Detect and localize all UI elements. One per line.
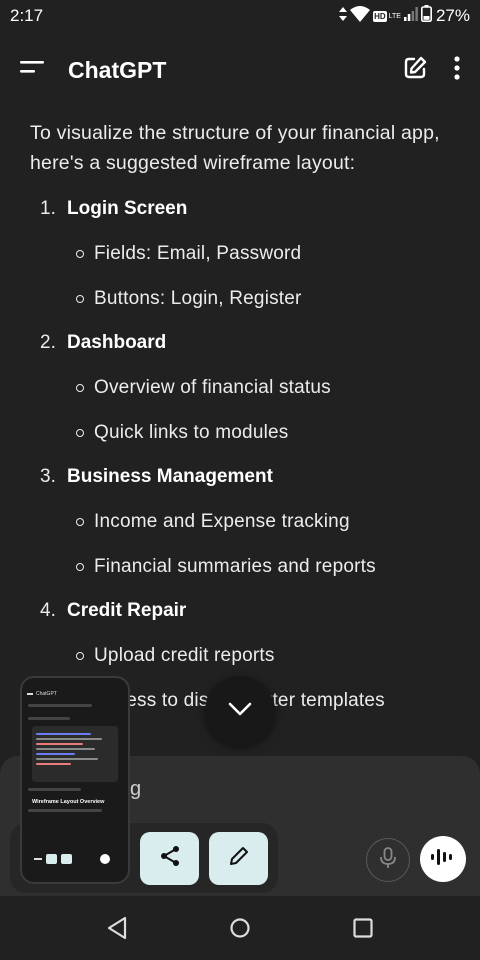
wireframe-list: 1. Login Screen Fields: Email, Password …: [30, 194, 450, 716]
app-title: ChatGPT: [68, 56, 167, 83]
app-actions: [402, 55, 460, 86]
list-number: 2.: [40, 332, 56, 353]
pencil-icon: [229, 846, 249, 871]
list-item: 3. Business Management Income and Expens…: [30, 462, 450, 582]
list-heading: Credit Repair: [67, 600, 187, 621]
hd-badge: HD LTE: [373, 10, 401, 22]
wifi-icon: [350, 5, 371, 27]
sub-list: Fields: Email, Password Buttons: Login, …: [76, 239, 450, 314]
sub-item: Financial summaries and reports: [76, 552, 450, 582]
chevron-down-icon: [228, 702, 252, 721]
menu-icon[interactable]: [20, 58, 46, 83]
list-item: 2. Dashboard Overview of financial statu…: [30, 328, 450, 448]
edit-icon[interactable]: [402, 55, 428, 86]
screenshot-thumbnail[interactable]: ChatGPT Wireframe Layout Overview: [20, 676, 130, 884]
sub-item: Fields: Email, Password: [76, 239, 450, 269]
voice-mode-button[interactable]: [420, 836, 466, 882]
back-triangle-icon[interactable]: [106, 916, 128, 945]
list-number: 1.: [40, 198, 56, 219]
thumbnail-bottom: [34, 854, 110, 864]
message-intro: To visualize the structure of your finan…: [30, 122, 440, 174]
list-heading: Login Screen: [67, 198, 188, 219]
bullet-icon: [76, 429, 84, 437]
more-vertical-icon[interactable]: [454, 55, 460, 85]
sub-item: Overview of financial status: [76, 373, 450, 403]
share-button[interactable]: [140, 832, 199, 885]
recents-square-icon[interactable]: [352, 917, 374, 944]
status-icons: HD LTE: [339, 5, 432, 27]
bullet-icon: [76, 384, 84, 392]
home-circle-icon[interactable]: [229, 917, 251, 944]
bullet-icon: [76, 250, 84, 258]
edit-screenshot-button[interactable]: [209, 832, 268, 885]
bullet-icon: [76, 518, 84, 526]
mic-button[interactable]: [366, 838, 410, 882]
composer-input[interactable]: g: [130, 778, 141, 801]
app-bar: ChatGPT: [0, 42, 480, 98]
list-heading: Business Management: [67, 466, 273, 487]
list-heading: Dashboard: [67, 332, 167, 353]
thumbnail-caption: Wireframe Layout Overview: [32, 799, 105, 805]
battery-icon: [420, 5, 432, 27]
thumbnail-code-block: [32, 726, 118, 782]
sub-item: Income and Expense tracking: [76, 507, 450, 537]
status-bar: 2:17 HD LTE 27%: [0, 0, 480, 32]
signal-icon: [403, 6, 418, 26]
sub-item: Upload credit reports: [76, 641, 450, 671]
sub-item: Quick links to modules: [76, 418, 450, 448]
share-icon: [159, 845, 181, 872]
microphone-icon: [379, 846, 397, 874]
scroll-down-button[interactable]: [205, 676, 275, 746]
message-content: To visualize the structure of your finan…: [0, 118, 480, 758]
sub-list: Overview of financial status Quick links…: [76, 373, 450, 448]
bullet-icon: [76, 295, 84, 303]
bullet-icon: [76, 652, 84, 660]
bullet-icon: [76, 563, 84, 571]
status-time: 2:17: [10, 6, 44, 25]
thumbnail-app-bar: ChatGPT: [22, 688, 128, 700]
list-number: 3.: [40, 466, 56, 487]
list-number: 4.: [40, 600, 56, 621]
sub-list: Income and Expense tracking Financial su…: [76, 507, 450, 582]
status-right: HD LTE 27%: [339, 5, 470, 27]
list-item: 1. Login Screen Fields: Email, Password …: [30, 194, 450, 314]
system-nav-bar: [0, 900, 480, 960]
data-arrows-icon: [339, 6, 348, 26]
battery-percent: 27%: [435, 6, 470, 25]
sub-item: Buttons: Login, Register: [76, 284, 450, 314]
voice-waveform-icon: [430, 846, 456, 873]
